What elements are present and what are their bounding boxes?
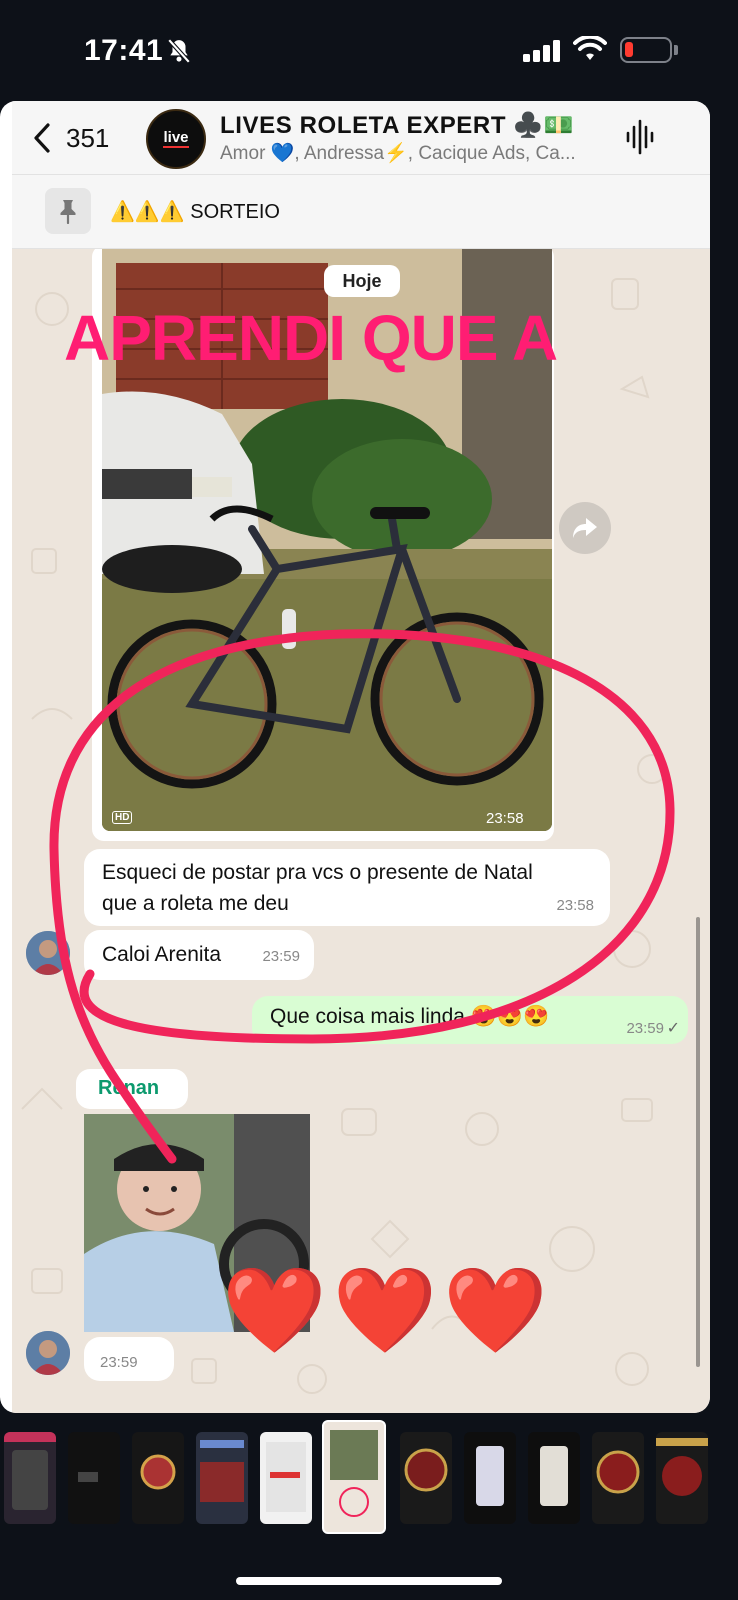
pinned-message-text: ⚠️⚠️⚠️ SORTEIO — [110, 199, 280, 224]
story-thumbnail-strip[interactable] — [0, 1418, 738, 1534]
status-bar: 17:41 — [0, 0, 738, 100]
thumbnail-image — [200, 1440, 244, 1502]
thumbnail-image — [656, 1438, 708, 1496]
sender-avatar-image — [26, 931, 70, 975]
message-time: 23:59 — [626, 1020, 664, 1037]
forward-arrow-icon — [573, 518, 597, 538]
chevron-left-icon — [34, 123, 50, 153]
thumbnail[interactable] — [400, 1432, 452, 1524]
pinned-message-bar[interactable]: ⚠️⚠️⚠️ SORTEIO — [12, 175, 710, 249]
home-indicator[interactable] — [236, 1577, 502, 1585]
screen: 17:41 351 live LIVES ROLETA EXPERT ♣️💵 A… — [0, 0, 738, 1600]
battery-low-icon — [620, 37, 672, 63]
thumbnail[interactable] — [528, 1432, 580, 1524]
sender-avatar-image — [26, 1331, 70, 1375]
forward-button[interactable] — [559, 502, 611, 554]
message-text: Que coisa mais linda 😍😍😍 — [270, 1005, 550, 1028]
group-avatar[interactable]: live — [146, 109, 206, 169]
image-caption-overlay: APRENDI QUE A — [64, 302, 558, 374]
incoming-message[interactable]: Caloi Arenita 23:59 — [84, 930, 314, 980]
sender-name[interactable]: Renan — [76, 1069, 188, 1109]
chat-header: 351 live LIVES ROLETA EXPERT ♣️💵 Amor 💙,… — [12, 101, 710, 175]
thumbnail-image — [404, 1448, 448, 1492]
bell-slash-icon — [167, 38, 191, 64]
image-timestamp: 23:58 — [486, 810, 524, 827]
thumbnail[interactable] — [260, 1432, 312, 1524]
incoming-message[interactable]: 23:59 — [84, 1337, 174, 1381]
hd-badge: HD — [112, 811, 133, 824]
wifi-icon — [573, 36, 607, 60]
thumbnail-image — [140, 1454, 176, 1490]
message-text: Caloi Arenita — [102, 943, 222, 966]
date-separator: Hoje — [324, 265, 400, 297]
hearts-emoji: ❤️❤️❤️ — [222, 1263, 554, 1357]
group-members[interactable]: Amor 💙, Andressa⚡, Cacique Ads, Ca... — [220, 141, 610, 165]
battery-tip — [674, 45, 678, 55]
cellular-signal-icon — [523, 40, 560, 62]
thumbnail-image — [266, 1442, 306, 1512]
battery-level — [625, 42, 633, 57]
unread-count: 351 — [66, 122, 110, 153]
message-text: Esqueci de postar pra vcs o presente de … — [102, 861, 533, 915]
thumbnail-active[interactable] — [322, 1420, 386, 1534]
group-title[interactable]: LIVES ROLETA EXPERT ♣️💵 — [220, 111, 574, 140]
thumbnail-image — [4, 1432, 56, 1510]
warning-emojis: ⚠️⚠️⚠️ — [110, 201, 185, 223]
thumbnail-image — [78, 1472, 98, 1482]
status-time: 17:41 — [84, 34, 164, 67]
message-time: 23:59 — [262, 948, 300, 965]
thumbnail-image — [330, 1430, 378, 1517]
avatar-logo-text: live — [163, 129, 189, 148]
whatsapp-screen: 351 live LIVES ROLETA EXPERT ♣️💵 Amor 💙,… — [0, 101, 710, 1413]
back-button[interactable]: 351 — [32, 118, 109, 158]
thumbnail[interactable] — [196, 1432, 248, 1524]
message-time: 23:58 — [556, 897, 594, 914]
thumbnail[interactable] — [656, 1432, 708, 1524]
incoming-message[interactable]: Esqueci de postar pra vcs o presente de … — [84, 849, 610, 926]
thumbnail[interactable] — [592, 1432, 644, 1524]
audio-wave-icon[interactable] — [626, 119, 656, 155]
thumbnail[interactable] — [464, 1432, 516, 1524]
sender-avatar[interactable] — [26, 1331, 70, 1375]
message-time: 23:59 — [100, 1354, 138, 1371]
outgoing-message[interactable]: Que coisa mais linda 😍😍😍 23:59 ✓ — [252, 996, 688, 1044]
thumbnail[interactable] — [4, 1432, 56, 1524]
sender-avatar[interactable] — [26, 931, 70, 975]
thumbnail[interactable] — [132, 1432, 184, 1524]
pin-button[interactable] — [45, 188, 91, 234]
thumbnail-image — [596, 1450, 640, 1494]
chat-area[interactable]: HD 23:58 Hoje APRENDI QUE A Esqueci de p… — [12, 249, 710, 1413]
scrollbar[interactable] — [696, 917, 700, 1367]
thumbnail[interactable] — [68, 1432, 120, 1524]
thumbnail-image — [476, 1446, 504, 1506]
thumbnail-image — [540, 1446, 568, 1506]
pinned-label: SORTEIO — [190, 201, 280, 223]
sent-check-icon: ✓ — [666, 1020, 680, 1037]
pin-icon — [60, 200, 76, 224]
